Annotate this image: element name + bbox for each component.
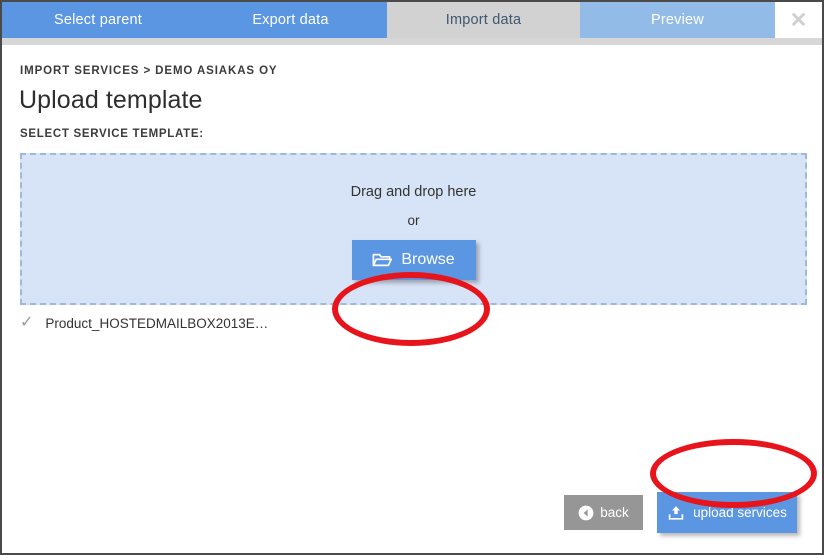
upload-services-button-label: upload services <box>693 505 787 520</box>
close-icon[interactable]: ✕ <box>775 2 822 38</box>
folder-open-icon <box>372 252 393 268</box>
check-icon: ✓ <box>20 314 34 331</box>
browse-button-label: Browse <box>401 251 455 268</box>
tab-select-parent[interactable]: Select parent <box>2 2 194 38</box>
upload-services-button[interactable]: upload services <box>657 492 797 533</box>
page-title: Upload template <box>19 86 203 114</box>
back-button-label: back <box>600 505 629 520</box>
arrow-left-circle-icon <box>578 505 594 521</box>
uploaded-file-name: Product_HOSTEDMAILBOX2013E… <box>45 315 269 331</box>
tab-import-data-label: Import data <box>445 12 522 28</box>
back-button[interactable]: back <box>564 495 643 530</box>
dropzone-or-text: or <box>407 213 420 228</box>
uploaded-file-row: ✓ Product_HOSTEDMAILBOX2013E… <box>20 315 268 331</box>
tab-export-data[interactable]: Export data <box>194 2 387 38</box>
breadcrumb: IMPORT SERVICES > DEMO ASIAKAS OY <box>20 65 278 77</box>
file-dropzone[interactable]: Drag and drop here or Browse <box>20 153 807 305</box>
tab-import-data[interactable]: Import data <box>387 2 580 38</box>
tab-select-parent-label: Select parent <box>53 12 143 28</box>
dropzone-instruction: Drag and drop here <box>350 184 477 200</box>
tab-export-data-label: Export data <box>252 12 329 28</box>
wizard-tab-bar: Select parent Export data Import data Pr… <box>2 2 822 38</box>
dialog-content: IMPORT SERVICES > DEMO ASIAKAS OY Upload… <box>2 45 822 553</box>
import-services-dialog: Select parent Export data Import data Pr… <box>0 0 824 555</box>
tab-bar-underline <box>2 38 822 45</box>
close-icon-glyph: ✕ <box>789 8 808 32</box>
tab-preview[interactable]: Preview <box>580 2 775 38</box>
browse-button[interactable]: Browse <box>351 240 476 280</box>
select-service-template-label: SELECT SERVICE TEMPLATE: <box>20 128 204 140</box>
tab-preview-label: Preview <box>651 12 704 28</box>
upload-icon <box>667 504 685 522</box>
